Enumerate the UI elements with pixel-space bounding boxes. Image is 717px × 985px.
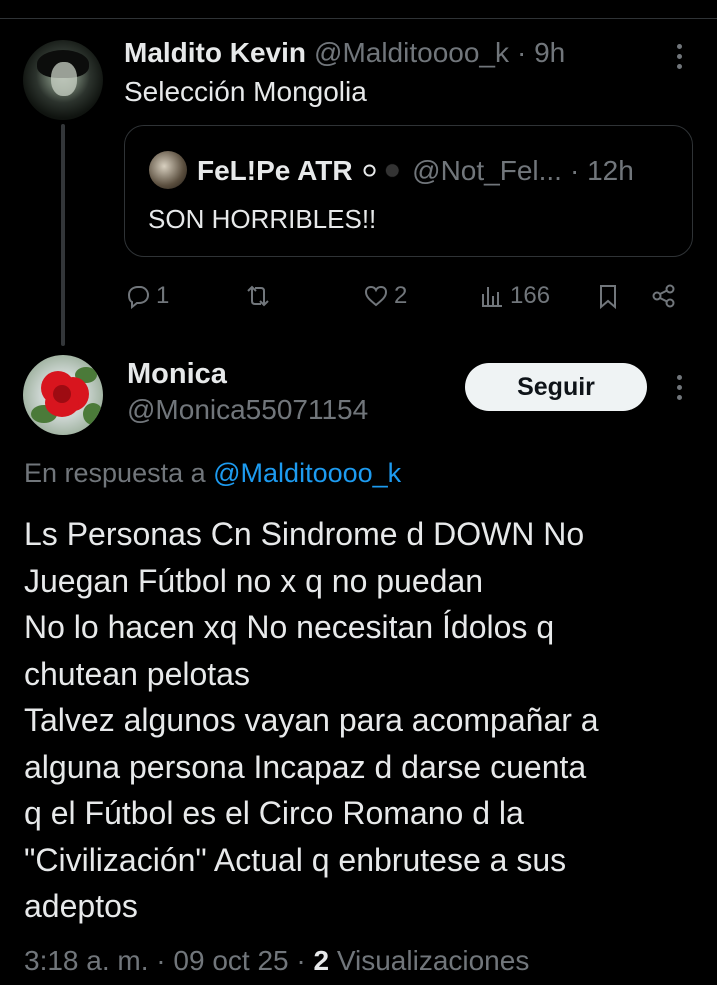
views-icon (482, 287, 502, 307)
views-count: 166 (510, 282, 551, 309)
quoted-author-handle: @Not_Fel... (412, 155, 562, 186)
text-line: No lo hacen xq No necesitan Ídolos q (24, 609, 555, 645)
reply-author-name[interactable]: Monica (127, 358, 227, 391)
quoted-tweet-header: FeL!Pe ATR ⚪⚫ @Not_Fel... · 12h (197, 151, 634, 191)
text-line: chutean pelotas (24, 655, 250, 692)
reply-tweet-text: Ls Personas Cn Sindrome d DOWN No Juegan… (24, 511, 704, 930)
tweet-footer-meta: 3:18 a. m. · 09 oct 25 · 2 Visualizacion… (24, 945, 529, 977)
bookmark-action[interactable] (594, 280, 622, 312)
reply-prefix: En respuesta a (24, 458, 206, 488)
parent-tweet-header: Maldito Kevin @Malditoooo_k · 9h (124, 36, 565, 70)
heart-icon (364, 285, 388, 307)
reply-icon (127, 286, 150, 310)
text-line: Ls Personas Cn Sindrome d DOWN No (24, 516, 585, 552)
like-count: 2 (394, 282, 408, 309)
top-divider (0, 18, 717, 19)
reply-mention-link[interactable]: @Malditoooo_k (213, 458, 401, 488)
thread-connector-line (61, 124, 65, 346)
text-line: "Civilización" Actual q enbrutese a sus (24, 841, 567, 878)
author-name[interactable]: Maldito Kevin (124, 37, 306, 69)
retweet-action[interactable] (244, 280, 276, 312)
text-line: Talvez algunos vayan para acompañar a (24, 702, 599, 738)
tweet-actions-bar: 1 2 166 (124, 280, 684, 312)
views-action[interactable]: 166 (478, 280, 550, 312)
quoted-tweet-time: · 12h (569, 155, 634, 186)
follow-button[interactable]: Seguir (465, 363, 647, 411)
more-options-icon[interactable] (673, 375, 685, 400)
tweet-timestamp[interactable]: 3:18 a. m. · 09 oct 25 · (24, 945, 306, 976)
retweet-icon (247, 285, 269, 307)
bookmark-icon (600, 285, 616, 310)
parent-tweet-text: Selección Mongolia (124, 76, 367, 107)
avatar-monica[interactable] (23, 355, 103, 435)
author-handle[interactable]: @Malditoooo_k (314, 37, 509, 69)
more-options-icon[interactable] (673, 44, 685, 69)
reply-context: En respuesta a @Malditoooo_k (24, 458, 401, 489)
quoted-tweet-text: SON HORRIBLES!! (148, 204, 377, 234)
like-action[interactable]: 2 (362, 280, 407, 312)
quoted-author-avatar (149, 151, 187, 189)
reply-author-handle[interactable]: @Monica55071154 (127, 394, 368, 426)
text-line: q el Fútbol es el Circo Romano d la (24, 795, 524, 831)
views-label: Visualizaciones (336, 945, 530, 976)
avatar-maldito-kevin[interactable] (23, 40, 103, 120)
quoted-author-name: FeL!Pe ATR (197, 155, 353, 186)
share-action[interactable] (650, 280, 678, 312)
text-line: Juegan Fútbol no x q no puedan (24, 562, 484, 599)
text-line: adeptos (24, 888, 138, 924)
quoted-author-emoji: ⚪⚫ (358, 155, 405, 186)
views-count-total: 2 (313, 945, 330, 976)
text-line: alguna persona Incapaz d darse cuenta (24, 748, 587, 785)
reply-action[interactable]: 1 (124, 280, 169, 312)
quoted-tweet[interactable]: FeL!Pe ATR ⚪⚫ @Not_Fel... · 12h SON HORR… (124, 125, 693, 257)
share-icon (652, 284, 675, 308)
tweet-time[interactable]: · 9h (517, 37, 565, 69)
reply-count: 1 (156, 282, 170, 309)
